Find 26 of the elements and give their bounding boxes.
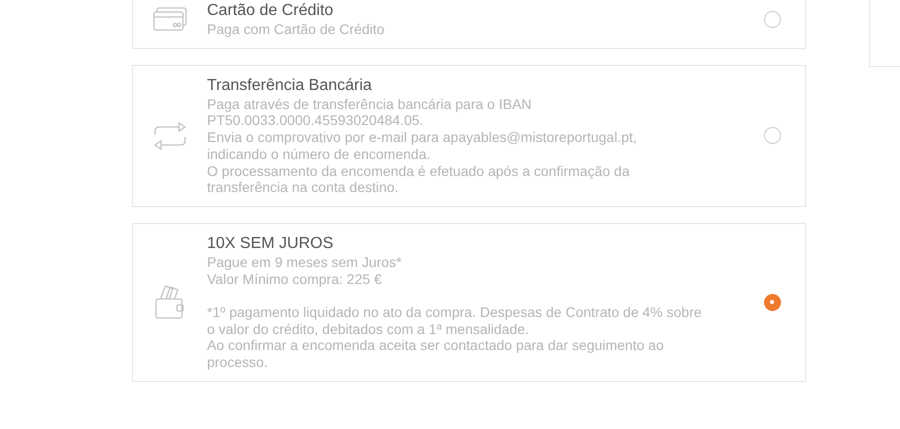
payment-method-title: Transferência Bancária [207, 76, 373, 96]
payment-description-line: *1º pagamento liquidado no ato da compra. Despesas de Contrato de 4% sobre [207, 304, 703, 321]
payment-option-card[interactable] [132, 64, 806, 207]
side-panel [869, 0, 900, 67]
payment-option-card[interactable]: Cartão de Crédito Paga com Cartão de Crédito [132, 0, 806, 49]
transfer-arrows-icon [153, 120, 187, 151]
payment-description-line: Pague em 9 meses sem Juros* [207, 254, 403, 271]
credit-cards-icon [153, 7, 187, 32]
payment-description-line: O processamento da encomenda é efetuado após a confirmação da [207, 162, 631, 180]
payment-description-line: Paga através de transferência bancária para o IBAN [207, 96, 533, 112]
radio-button[interactable] [764, 294, 780, 311]
radio-button[interactable] [764, 10, 780, 28]
payment-description-line: Paga com Cartão de Crédito [207, 21, 386, 38]
payment-description-line: indicando o número de encomenda. [207, 146, 432, 163]
payment-description-line: transferência na conta destino. [207, 179, 400, 196]
payment-option-card[interactable] [132, 222, 806, 382]
payment-description-line: PT50.0033.0000.45593020484.05. [207, 112, 424, 130]
payment-method-title: 10X SEM JUROS [207, 234, 334, 254]
payment-description-line: processo. [207, 354, 269, 371]
radio-button[interactable] [764, 127, 780, 144]
wallet-icon [155, 285, 185, 320]
payment-method-title: Cartão de Crédito [207, 1, 334, 21]
payment-description-line: Envia o comprovativo por e-mail para apayables@mistoreportugal.pt, [207, 129, 638, 146]
payment-description-line: Valor Mínimo compra: 225 € [207, 270, 383, 288]
payment-description-line: Ao confirmar a encomenda aceita ser contactado para dar seguimento ao [207, 337, 665, 354]
payment-description-line: o valor do crédito, debitados com a 1ª mensalidade. [207, 320, 530, 338]
